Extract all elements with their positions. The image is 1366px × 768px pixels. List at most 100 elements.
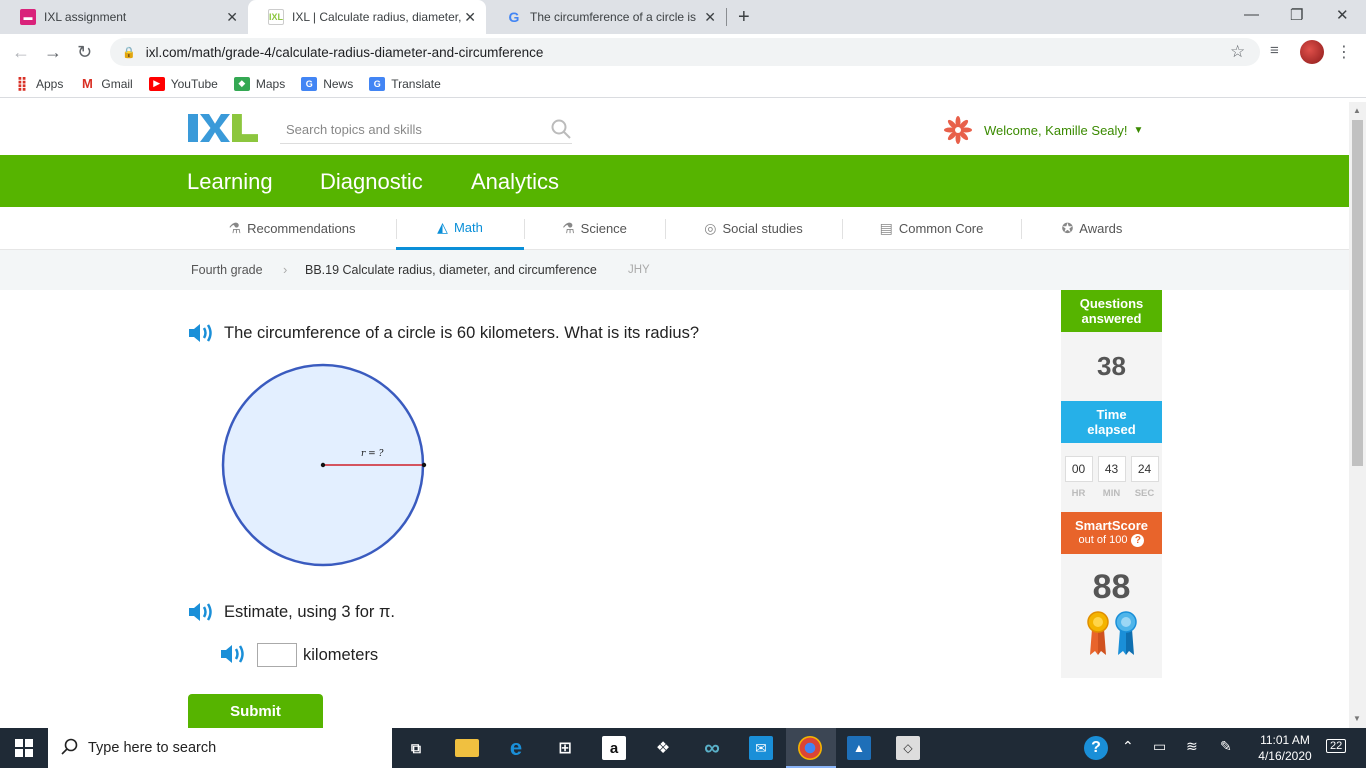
help-icon[interactable]: ?: [1131, 534, 1145, 547]
store-icon[interactable]: ⊞: [553, 736, 577, 760]
speaker-icon[interactable]: [219, 642, 247, 666]
translate-icon: G: [369, 76, 386, 91]
seconds-label: SEC: [1134, 488, 1155, 499]
windows-taskbar: Type here to search ⧉ e ⊞ a ❖ ∞ ✉ ▲ ◇ ? …: [0, 728, 1366, 768]
pen-icon[interactable]: ✎: [1220, 738, 1232, 755]
estimate-instruction: Estimate, using 3 for π.: [224, 603, 395, 621]
speaker-icon[interactable]: [187, 321, 215, 345]
forward-arrow-icon[interactable]: →: [44, 42, 62, 63]
stats-panel: Questions answered 38 Time elapsed 00 43…: [1061, 290, 1162, 678]
reload-icon[interactable]: ↻: [77, 42, 92, 63]
taskbar-search-input[interactable]: Type here to search: [48, 728, 392, 768]
file-explorer-icon[interactable]: [455, 739, 479, 757]
close-tab-icon[interactable]: ✕: [704, 9, 716, 26]
ixl-logo[interactable]: [188, 114, 258, 142]
network-icon[interactable]: ≋: [1186, 738, 1198, 755]
ixl-header: Search topics and skills Welcome, Kamill…: [0, 102, 1349, 155]
awards-icon: ✪: [1061, 220, 1074, 236]
question-text: The circumference of a circle is 60 kilo…: [224, 324, 699, 342]
bookmark-translate[interactable]: G Translate: [369, 76, 441, 91]
breadcrumb-grade[interactable]: Fourth grade: [191, 263, 263, 277]
globe-icon: ◎: [704, 220, 717, 236]
smartscore-header: SmartScore out of 100 ?: [1061, 512, 1162, 554]
nav-analytics[interactable]: Analytics: [471, 169, 559, 195]
close-window-icon[interactable]: ✕: [1336, 6, 1349, 24]
gold-ribbon-icon: [1086, 610, 1109, 655]
search-icon: [61, 738, 78, 755]
clipboard-icon: ▤: [879, 220, 893, 236]
infinity-icon[interactable]: ∞: [700, 735, 724, 760]
gmail-icon: M: [81, 76, 93, 91]
scroll-up-icon[interactable]: ▲: [1353, 106, 1361, 115]
bookmark-maps[interactable]: ◆ Maps: [233, 76, 285, 91]
nav-diagnostic[interactable]: Diagnostic: [320, 169, 423, 195]
roblox-icon[interactable]: ◇: [896, 736, 920, 760]
search-icon[interactable]: [550, 118, 572, 140]
nav-learning[interactable]: Learning: [187, 169, 273, 215]
center-point: [320, 462, 326, 468]
news-icon: G: [301, 76, 318, 91]
apps-grid-icon: ⣿: [16, 75, 28, 91]
chrome-menu-icon[interactable]: ⋮: [1336, 42, 1352, 62]
help-icon[interactable]: ?: [1084, 736, 1108, 760]
answer-input[interactable]: [257, 643, 297, 667]
minutes-label: MIN: [1102, 488, 1121, 499]
mail-icon[interactable]: ✉: [749, 736, 773, 760]
scrollbar-thumb[interactable]: [1352, 120, 1363, 466]
time-elapsed: 00 43 24 HR MIN SEC: [1061, 443, 1162, 512]
blue-ribbon-icon: [1114, 610, 1137, 655]
tab-social-studies[interactable]: ◎ Social studies: [665, 207, 842, 250]
dropbox-icon[interactable]: ❖: [651, 736, 675, 760]
photos-icon[interactable]: ▲: [847, 736, 871, 760]
skill-code: JHY: [628, 264, 650, 276]
maximize-icon[interactable]: ❐: [1290, 6, 1303, 24]
minimize-icon[interactable]: —: [1244, 6, 1259, 23]
hours-label: HR: [1071, 488, 1086, 499]
bookmark-apps[interactable]: ⣿ Apps: [14, 75, 64, 91]
subject-nav: ⚗ Recommendations ◭ Math ⚗ Science ◎ Soc…: [0, 207, 1349, 250]
bookmark-news[interactable]: G News: [301, 76, 353, 91]
tab-math[interactable]: ◭ Math: [396, 207, 524, 250]
task-view-icon[interactable]: ⧉: [404, 736, 428, 760]
welcome-text: Welcome, Kamille Sealy!: [984, 122, 1128, 138]
page-viewport: Search topics and skills Welcome, Kamill…: [0, 102, 1349, 728]
page-scrollbar[interactable]: ▲ ▼: [1349, 102, 1366, 728]
avatar-flower-icon: [944, 116, 972, 144]
browser-tab-ixl-assignment[interactable]: ▬ IXL assignment ✕: [0, 0, 248, 34]
bookmark-youtube[interactable]: ▶ YouTube: [148, 76, 218, 91]
amazon-icon[interactable]: a: [602, 736, 626, 760]
chevron-right-icon: ›: [283, 262, 288, 277]
profile-avatar[interactable]: [1300, 40, 1324, 64]
address-bar[interactable]: 🔒 ixl.com/math/grade-4/calculate-radius-…: [110, 38, 1260, 66]
science-icon: ⚗: [562, 220, 575, 236]
scroll-down-icon[interactable]: ▼: [1353, 714, 1361, 723]
battery-icon[interactable]: ▭: [1153, 738, 1166, 755]
edge-icon[interactable]: e: [504, 735, 528, 760]
tab-recommendations[interactable]: ⚗ Recommendations: [208, 207, 376, 250]
close-tab-icon[interactable]: ✕: [226, 9, 238, 26]
browser-tab-ixl-calculate[interactable]: IXL IXL | Calculate radius, diameter, a …: [248, 0, 486, 34]
speaker-icon[interactable]: [187, 600, 215, 624]
submit-button[interactable]: Submit: [188, 694, 323, 728]
chrome-taskbar-active[interactable]: [786, 728, 836, 768]
back-arrow-icon[interactable]: ←: [12, 42, 30, 63]
new-tab-icon[interactable]: +: [738, 6, 750, 29]
media-queue-icon[interactable]: ≡: [1270, 42, 1279, 59]
system-clock[interactable]: 11:01 AM 4/16/2020: [1254, 732, 1316, 764]
windows-start-icon[interactable]: [15, 739, 33, 757]
tab-awards[interactable]: ✪ Awards: [1021, 207, 1163, 250]
search-input[interactable]: Search topics and skills: [280, 116, 572, 144]
edge-point: [421, 462, 427, 468]
user-menu[interactable]: Welcome, Kamille Sealy! ▼: [944, 116, 1143, 144]
show-hidden-icons-chevron[interactable]: ⌃: [1122, 738, 1134, 755]
bookmark-star-icon[interactable]: ☆: [1230, 42, 1245, 62]
tab-separator: [726, 8, 727, 26]
tab-science[interactable]: ⚗ Science: [524, 207, 665, 250]
smartscore-value: 88: [1092, 567, 1131, 606]
browser-tab-google-search[interactable]: G The circumference of a circle is 60 ✕: [486, 0, 726, 34]
close-tab-icon[interactable]: ✕: [464, 9, 476, 26]
recommendations-icon: ⚗: [228, 220, 242, 236]
tab-common-core[interactable]: ▤ Common Core: [842, 207, 1021, 250]
bookmark-gmail[interactable]: M Gmail: [79, 76, 133, 91]
notifications-icon[interactable]: 22: [1326, 739, 1347, 753]
